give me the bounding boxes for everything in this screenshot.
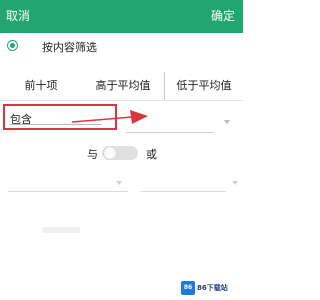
toggle-knob — [104, 147, 116, 159]
quick-filter-tabs: 前十项 高于平均值 低于平均值 — [0, 72, 243, 100]
and-label: 与 — [87, 148, 98, 161]
filter-by-content-option[interactable]: 按内容筛选 — [0, 33, 243, 63]
second-condition-row — [8, 172, 238, 194]
divider — [0, 100, 243, 101]
second-value-input[interactable] — [140, 191, 226, 192]
tab-below-average[interactable]: 低于平均值 — [164, 72, 243, 100]
and-or-toggle[interactable] — [102, 146, 138, 160]
faded-placeholder — [42, 227, 80, 233]
watermark-logo-icon: 86 — [181, 280, 195, 295]
chevron-down-icon[interactable] — [224, 120, 230, 124]
cancel-button[interactable]: 取消 — [6, 0, 30, 33]
or-label: 或 — [146, 148, 157, 161]
chevron-down-icon[interactable] — [232, 181, 238, 185]
tab-above-average[interactable]: 高于平均值 — [82, 72, 164, 100]
confirm-button[interactable]: 确定 — [211, 0, 235, 33]
watermark-logo: 86 86下载站 — [181, 280, 239, 295]
top-bar: 取消 确定 — [0, 0, 243, 33]
filter-by-content-label: 按内容筛选 — [42, 41, 97, 54]
condition-value-underline — [126, 132, 214, 133]
tab-top-ten[interactable]: 前十项 — [0, 72, 82, 100]
logic-switch-row: 与 或 — [0, 143, 243, 163]
radio-selected-icon[interactable] — [7, 40, 18, 51]
chevron-down-icon[interactable] — [116, 181, 122, 185]
condition-value-input[interactable] — [126, 108, 214, 134]
watermark-text: 86下载站 — [197, 283, 228, 292]
second-operator-select[interactable] — [8, 191, 128, 192]
